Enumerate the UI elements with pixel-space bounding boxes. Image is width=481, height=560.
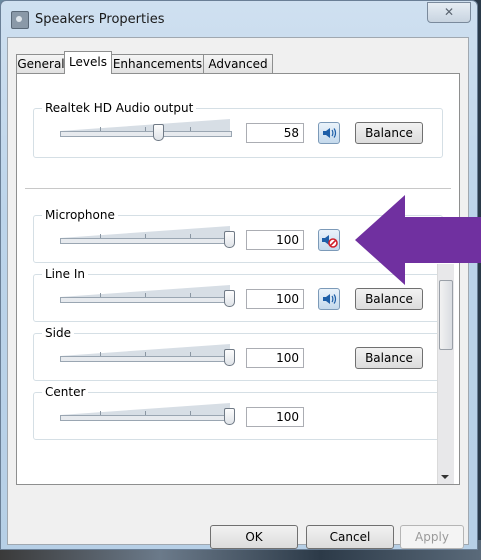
slider-tick — [100, 411, 101, 415]
slider-tick — [190, 411, 191, 415]
levels-scrollbar[interactable] — [437, 264, 454, 484]
volume-slider-thumb[interactable] — [224, 408, 235, 425]
volume-slider-thumb[interactable] — [224, 231, 235, 248]
slider-tick — [100, 352, 101, 356]
level-group-center: Center 100 — [33, 385, 443, 440]
slider-tick — [100, 127, 101, 131]
scroll-down-arrow-icon[interactable] — [441, 475, 449, 479]
volume-slider-thumb[interactable] — [153, 124, 164, 141]
level-label-realtek-output: Realtek HD Audio output — [42, 101, 197, 115]
slider-tick — [145, 127, 146, 131]
slider-track — [60, 415, 232, 421]
slider-tick — [190, 234, 191, 238]
balance-button-side[interactable]: Balance — [355, 347, 423, 369]
volume-slider-thumb[interactable] — [224, 290, 235, 307]
level-label-center: Center — [42, 385, 89, 399]
slider-tick — [100, 234, 101, 238]
speaker-properties-icon — [11, 11, 29, 29]
tab-advanced[interactable]: Advanced — [203, 54, 273, 73]
tab-general[interactable]: General — [16, 54, 66, 73]
level-label-microphone: Microphone — [42, 208, 118, 222]
cancel-button[interactable]: Cancel — [306, 525, 394, 549]
slider-tick — [145, 411, 146, 415]
ok-button[interactable]: OK — [210, 525, 298, 549]
close-button[interactable]: ✕ — [427, 2, 471, 23]
volume-value-field[interactable]: 100 — [246, 230, 304, 250]
dialog-client-area: General Levels Enhancements Advanced Rea… — [7, 37, 469, 549]
slider-track — [60, 356, 232, 362]
level-group-side: Side 100 Balance — [33, 326, 443, 381]
volume-value-field[interactable]: 100 — [246, 348, 304, 368]
tab-levels[interactable]: Levels — [64, 51, 112, 74]
level-label-line-in: Line In — [42, 267, 88, 281]
speaker-icon[interactable] — [318, 122, 340, 144]
speaker-muted-icon[interactable] — [318, 229, 340, 251]
volume-value-field[interactable]: 100 — [246, 407, 304, 427]
balance-button-realtek-output[interactable]: Balance — [355, 122, 423, 144]
divider — [25, 188, 451, 189]
slider-tick — [145, 293, 146, 297]
arrow-icon — [355, 195, 481, 285]
tab-enhancements[interactable]: Enhancements — [111, 54, 204, 73]
window-title: Speakers Properties — [35, 12, 165, 27]
level-label-side: Side — [42, 326, 74, 340]
apply-button[interactable]: Apply — [400, 525, 464, 549]
balance-button-line-in[interactable]: Balance — [355, 288, 423, 310]
slider-tick — [190, 127, 191, 131]
title-bar: Speakers Properties ✕ — [1, 1, 479, 37]
slider-tick — [100, 293, 101, 297]
slider-track — [60, 131, 232, 137]
slider-tick — [145, 234, 146, 238]
slider-tick — [145, 352, 146, 356]
slider-tick — [190, 352, 191, 356]
scrollbar-thumb[interactable] — [439, 280, 453, 350]
slider-tick — [190, 293, 191, 297]
volume-value-field[interactable]: 100 — [246, 289, 304, 309]
speaker-icon[interactable] — [318, 288, 340, 310]
slider-track — [60, 297, 232, 303]
level-group-realtek-output: Realtek HD Audio output 58 Balance — [33, 101, 443, 158]
volume-slider-thumb[interactable] — [224, 349, 235, 366]
volume-value-field[interactable]: 58 — [246, 123, 304, 143]
slider-track — [60, 238, 232, 244]
